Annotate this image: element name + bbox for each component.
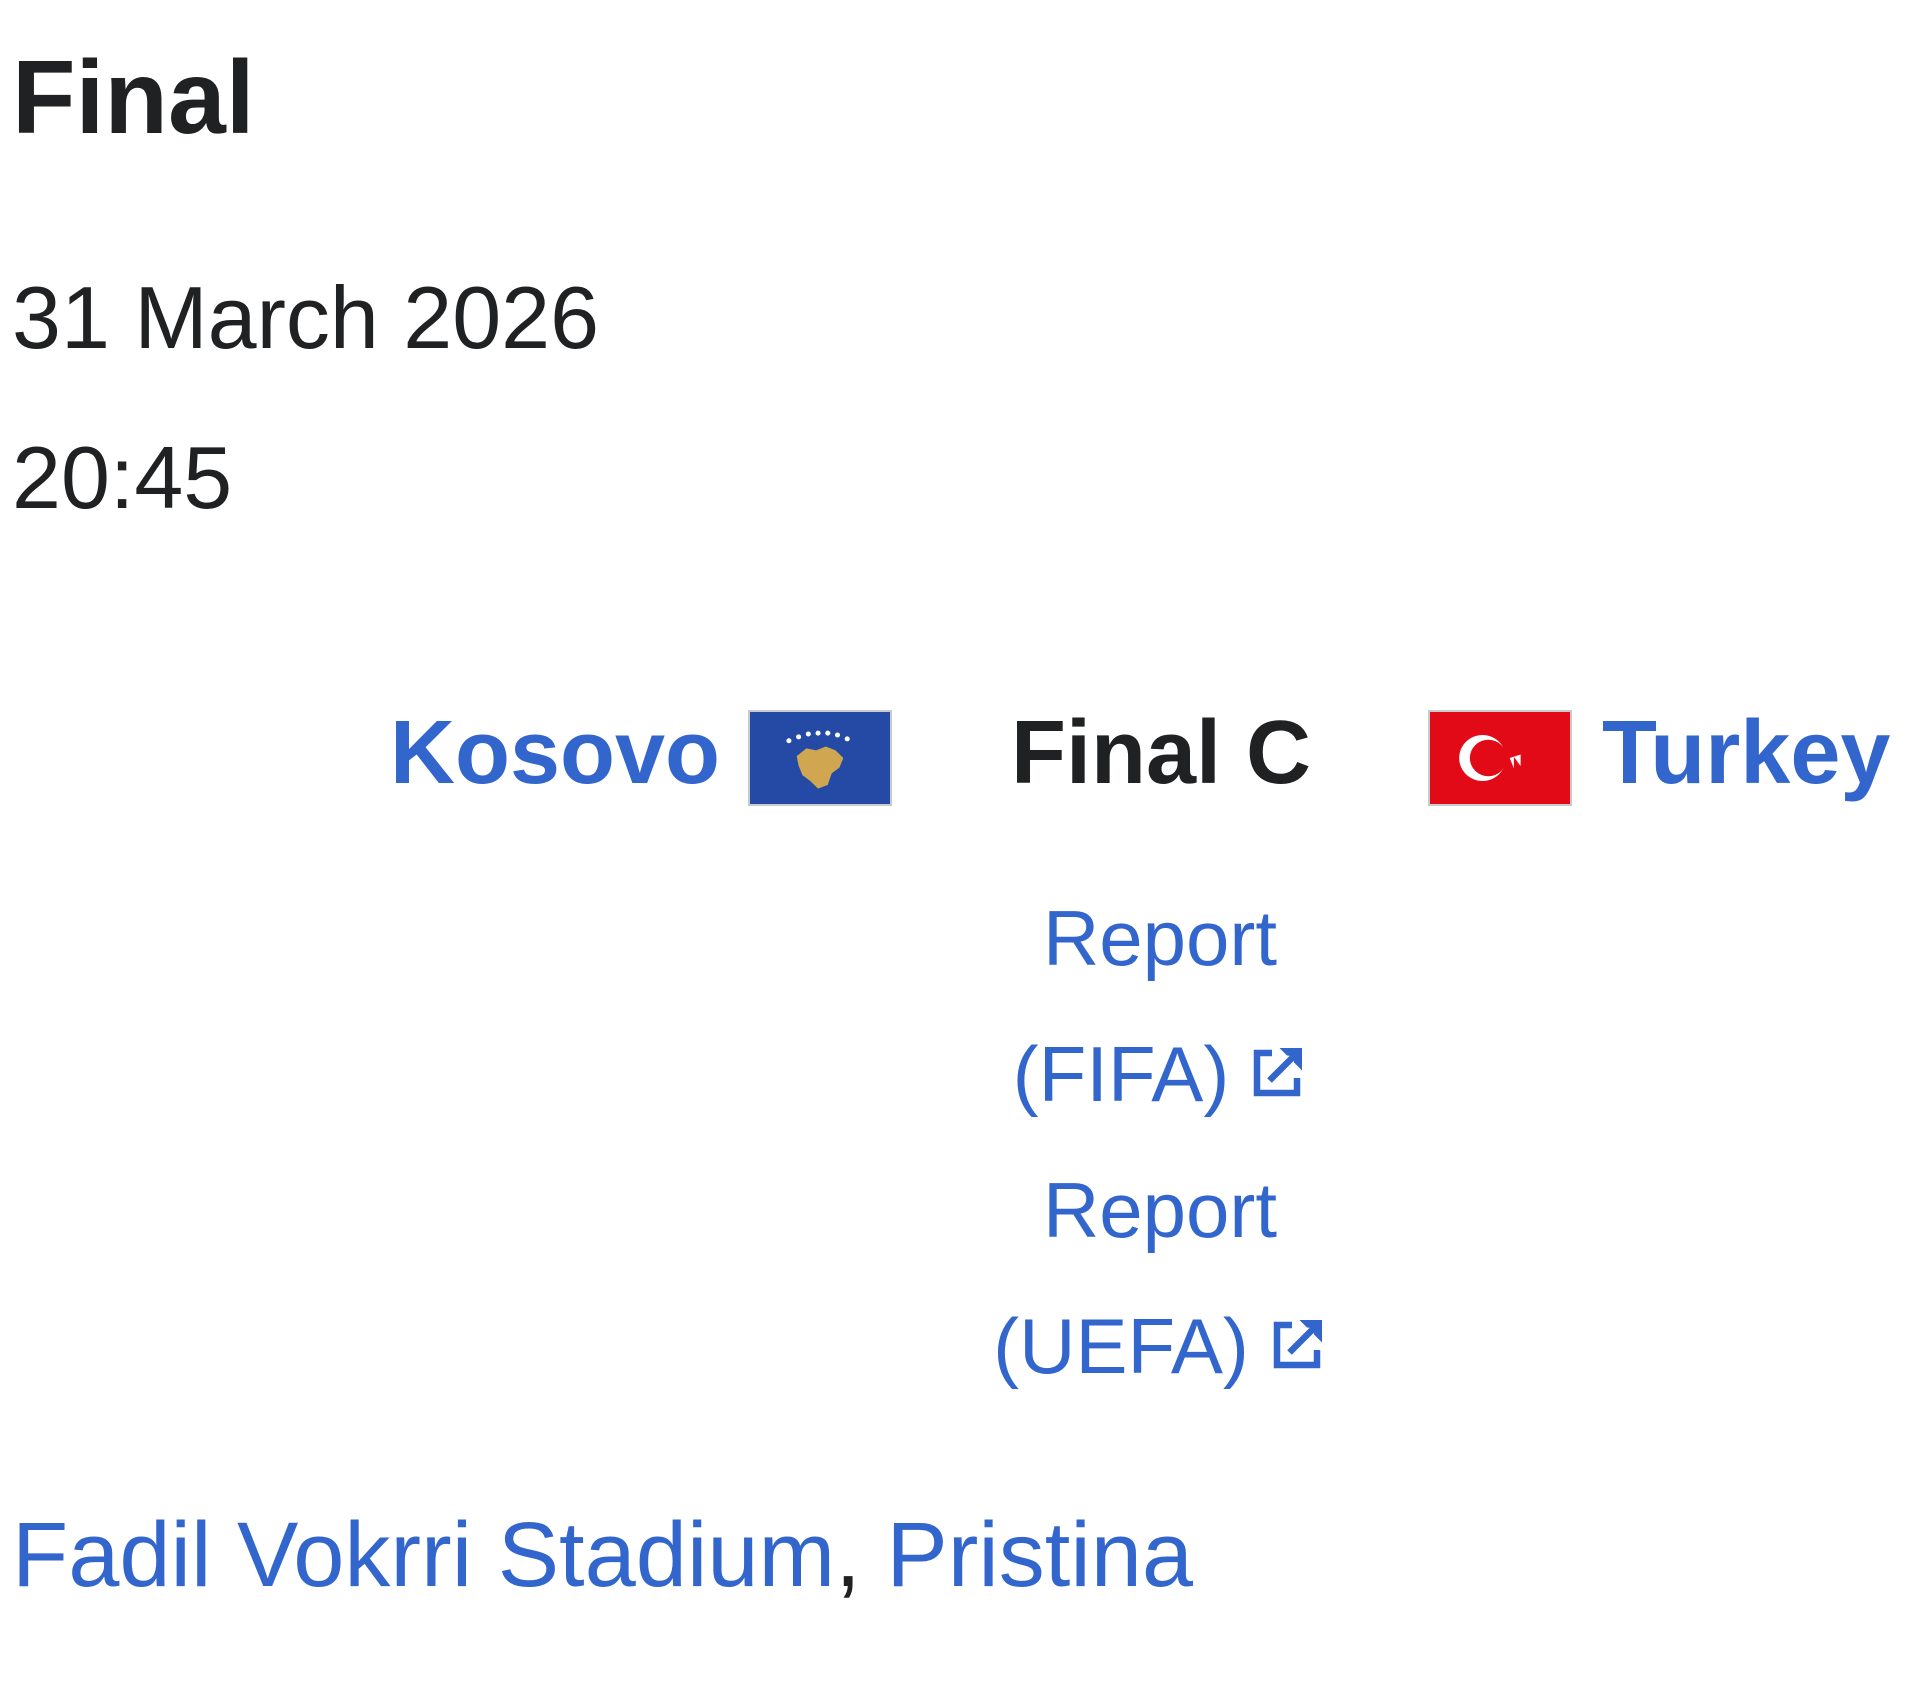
turkey-flag-icon: [1428, 710, 1572, 806]
stadium-link[interactable]: Fadil Vokrri Stadium: [12, 1504, 835, 1606]
report-uefa-line1[interactable]: Report: [960, 1142, 1360, 1278]
report-uefa-link[interactable]: (UEFA): [960, 1278, 1360, 1414]
home-team-link[interactable]: Kosovo: [390, 700, 720, 806]
external-link-icon: [1267, 1315, 1327, 1375]
report-fifa-label: (FIFA): [1012, 1030, 1230, 1118]
kosovo-flag-icon: [748, 710, 892, 806]
match-venue: Fadil Vokrri Stadium, Pristina: [12, 1500, 1193, 1610]
venue-separator: ,: [835, 1504, 861, 1606]
city-link[interactable]: Pristina: [886, 1504, 1193, 1606]
report-fifa-link[interactable]: (FIFA): [960, 1006, 1360, 1142]
match-reports: Report (FIFA) Report (UEFA): [960, 870, 1360, 1414]
away-team-link[interactable]: Turkey: [1602, 700, 1890, 806]
report-fifa-line1[interactable]: Report: [960, 870, 1360, 1006]
external-link-icon: [1247, 1043, 1307, 1103]
match-date: 31 March 2026: [12, 268, 600, 367]
match-time: 20:45: [12, 428, 233, 527]
match-result: Final C: [1011, 703, 1312, 803]
section-heading: Final: [12, 40, 255, 156]
report-uefa-label: (UEFA): [993, 1302, 1249, 1390]
